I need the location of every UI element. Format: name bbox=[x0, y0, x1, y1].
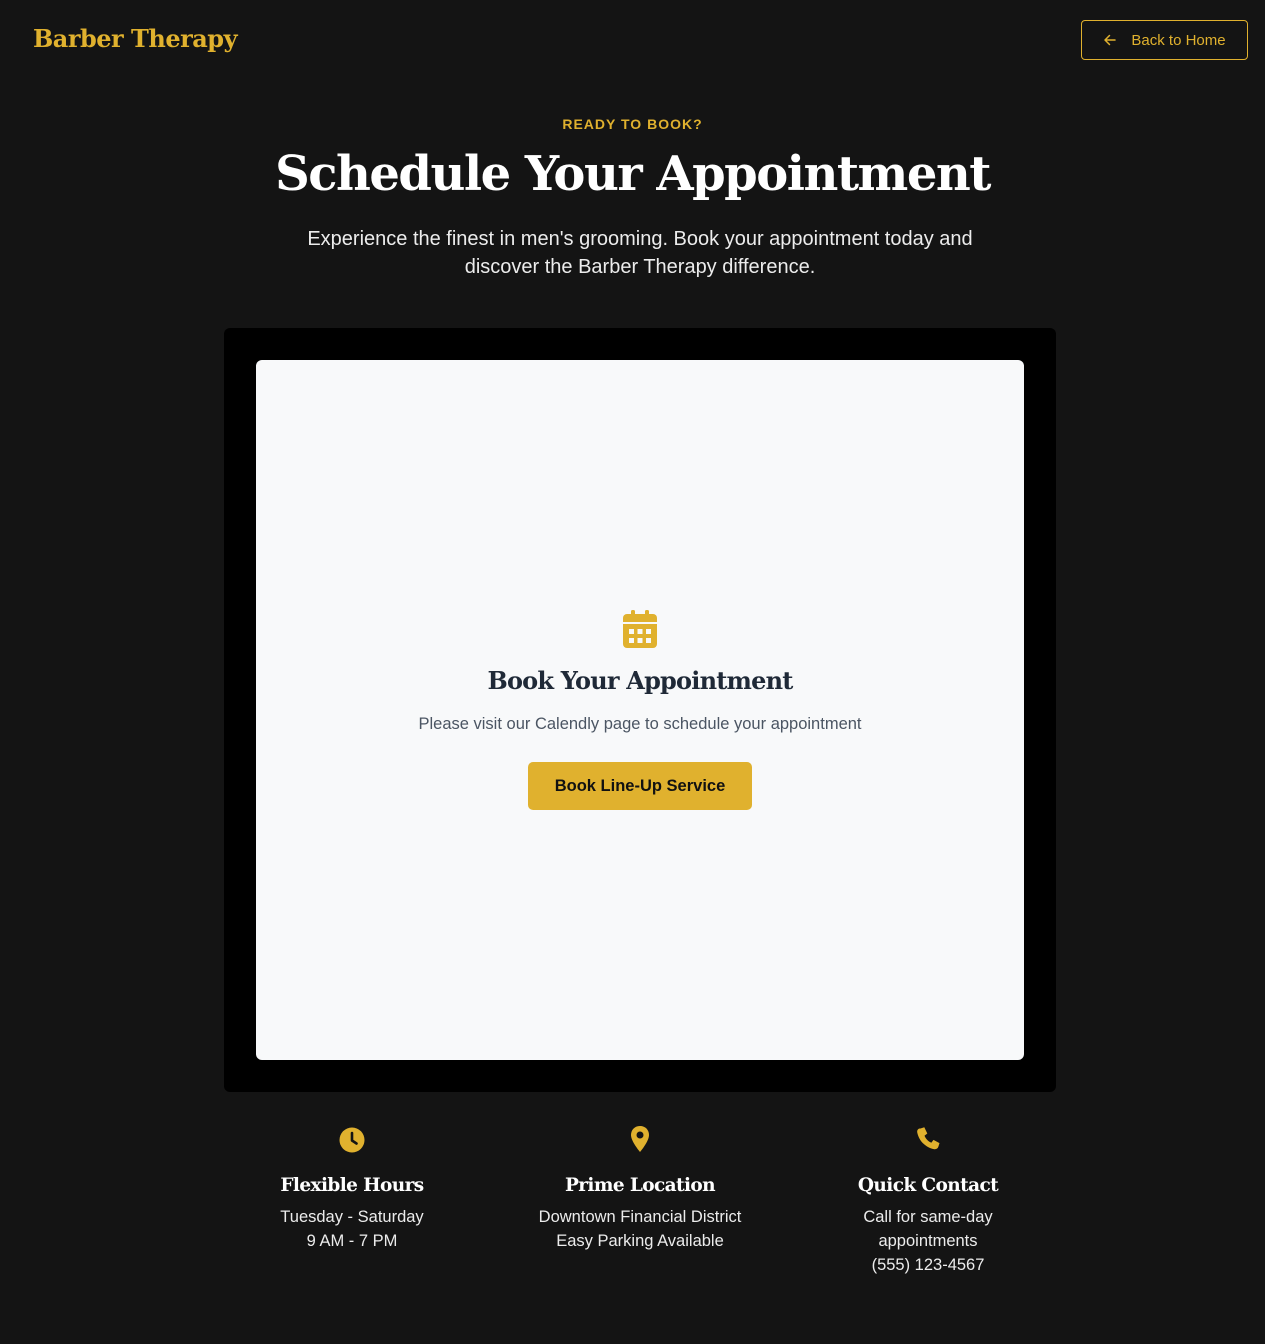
feature-location: Prime Location Downtown Financial Distri… bbox=[496, 1125, 784, 1253]
map-pin-icon bbox=[631, 1126, 649, 1152]
booking-card: Book Your Appointment Please visit our C… bbox=[256, 360, 1024, 1060]
book-line-up-button[interactable]: Book Line-Up Service bbox=[528, 762, 752, 810]
booking-text: Please visit our Calendly page to schedu… bbox=[418, 715, 862, 733]
back-to-home-button[interactable]: Back to Home bbox=[1081, 20, 1248, 60]
feature-title: Prime Location bbox=[564, 1175, 716, 1196]
back-to-home-label: Back to Home bbox=[1131, 31, 1226, 49]
clock-icon bbox=[339, 1127, 365, 1153]
calendar-icon bbox=[623, 610, 657, 648]
logo[interactable]: Barber Therapy bbox=[33, 24, 238, 53]
booking-page: Barber Therapy Back to Home READY TO BOO… bbox=[0, 0, 1265, 1344]
phone-icon bbox=[917, 1127, 940, 1150]
feature-line: Downtown Financial District bbox=[538, 1208, 742, 1226]
feature-title: Flexible Hours bbox=[280, 1175, 424, 1196]
booking-title: Book Your Appointment bbox=[487, 666, 793, 695]
feature-hours: Flexible Hours Tuesday - Saturday 9 AM -… bbox=[208, 1125, 496, 1253]
feature-line: 9 AM - 7 PM bbox=[306, 1232, 398, 1250]
eyebrow: READY TO BOOK? bbox=[562, 116, 703, 132]
header: Barber Therapy Back to Home bbox=[0, 0, 1265, 82]
feature-title: Quick Contact bbox=[857, 1175, 999, 1196]
feature-line: Easy Parking Available bbox=[556, 1232, 724, 1250]
page-subtitle: Experience the finest in men's grooming.… bbox=[307, 228, 973, 278]
booking-panel: Book Your Appointment Please visit our C… bbox=[224, 328, 1056, 1092]
page-title: Schedule Your Appointment bbox=[275, 146, 991, 202]
feature-line: appointments bbox=[878, 1232, 978, 1250]
feature-line: Tuesday - Saturday bbox=[280, 1208, 424, 1226]
arrow-left-icon bbox=[1104, 34, 1117, 46]
feature-contact: Quick Contact Call for same-day appointm… bbox=[784, 1125, 1072, 1277]
feature-line: Call for same-day bbox=[863, 1208, 993, 1226]
phone-number[interactable]: (555) 123-4567 bbox=[784, 1253, 1072, 1277]
